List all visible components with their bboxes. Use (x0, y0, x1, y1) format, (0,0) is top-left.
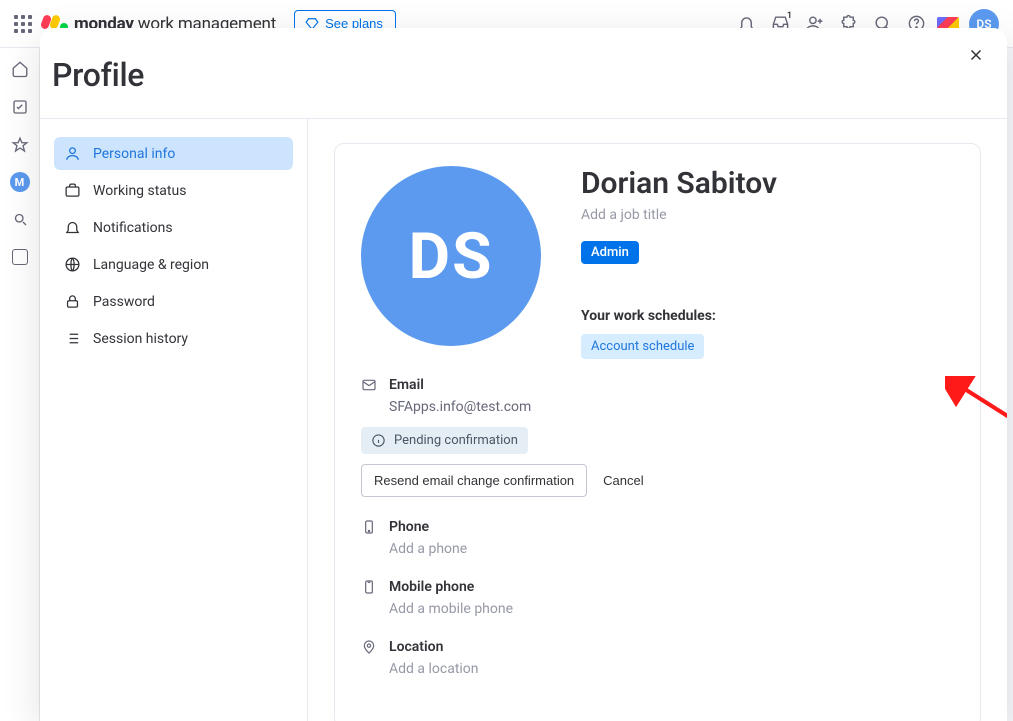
nav-label: Working status (93, 183, 186, 199)
pending-text: Pending confirmation (394, 433, 518, 448)
checklist-icon (11, 98, 29, 116)
location-label: Location (389, 639, 443, 655)
bell-icon (64, 219, 81, 236)
field-phone: Phone Add a phone (361, 519, 954, 557)
modal-header: Profile (40, 28, 1007, 118)
nav-personal-info[interactable]: Personal info (54, 137, 293, 170)
nav-label: Session history (93, 331, 188, 347)
modal-title: Profile (52, 56, 1007, 94)
left-rail: M (0, 48, 40, 721)
close-icon (967, 46, 985, 64)
nav-label: Notifications (93, 220, 173, 236)
profile-card: DS Dorian Sabitov Add a job title Admin … (334, 143, 981, 721)
rail-favorites[interactable] (9, 134, 31, 156)
nav-label: Personal info (93, 146, 175, 162)
phone-label: Phone (389, 519, 429, 535)
profile-meta: Dorian Sabitov Add a job title Admin You… (581, 166, 777, 359)
field-email: Email SFApps.info@test.com Pending confi… (361, 377, 954, 497)
profile-content: DS Dorian Sabitov Add a job title Admin … (308, 119, 1007, 721)
list-icon (64, 330, 81, 347)
pending-confirmation-pill: Pending confirmation (361, 427, 528, 454)
rail-workspace-badge[interactable]: M (10, 172, 30, 192)
nav-password[interactable]: Password (54, 285, 293, 318)
star-icon (11, 136, 29, 154)
profile-modal: Profile Personal info Working status Not… (40, 28, 1007, 721)
mail-icon (361, 377, 377, 393)
role-badge: Admin (581, 241, 639, 264)
rail-home[interactable] (9, 58, 31, 80)
profile-name: Dorian Sabitov (581, 166, 777, 201)
nav-notifications[interactable]: Notifications (54, 211, 293, 244)
schedules-title: Your work schedules: (581, 308, 777, 324)
job-title-input[interactable]: Add a job title (581, 207, 777, 223)
rail-board[interactable] (9, 246, 31, 268)
mobile-icon (361, 579, 377, 595)
nav-label: Password (93, 294, 155, 310)
avatar-large[interactable]: DS (361, 166, 541, 346)
resend-confirmation-button[interactable]: Resend email change confirmation (361, 464, 587, 497)
lock-icon (64, 293, 81, 310)
field-location: Location Add a location (361, 639, 954, 677)
cancel-email-change-button[interactable]: Cancel (603, 473, 643, 488)
profile-side-nav: Personal info Working status Notificatio… (40, 119, 308, 721)
phone-icon (361, 519, 377, 535)
info-icon (371, 433, 386, 448)
home-icon (11, 60, 29, 78)
rail-search[interactable] (9, 208, 31, 230)
nav-working-status[interactable]: Working status (54, 174, 293, 207)
email-label: Email (389, 377, 424, 393)
search-icon (11, 210, 29, 228)
pin-icon (361, 639, 377, 655)
field-mobile-phone: Mobile phone Add a mobile phone (361, 579, 954, 617)
rail-mywork[interactable] (9, 96, 31, 118)
globe-icon (64, 256, 81, 273)
board-icon (12, 249, 28, 265)
briefcase-icon (64, 182, 81, 199)
person-icon (64, 145, 81, 162)
mobile-input[interactable]: Add a mobile phone (389, 601, 954, 617)
annotation-arrow-icon (945, 376, 1007, 456)
phone-input[interactable]: Add a phone (389, 541, 954, 557)
nav-language-region[interactable]: Language & region (54, 248, 293, 281)
nav-label: Language & region (93, 257, 209, 273)
nav-session-history[interactable]: Session history (54, 322, 293, 355)
close-button[interactable] (963, 42, 989, 68)
email-value[interactable]: SFApps.info@test.com (389, 399, 954, 415)
location-input[interactable]: Add a location (389, 661, 954, 677)
mobile-label: Mobile phone (389, 579, 474, 595)
schedule-pill[interactable]: Account schedule (581, 334, 704, 359)
apps-grid-icon[interactable] (14, 15, 32, 33)
inbox-badge: 1 (787, 11, 792, 21)
